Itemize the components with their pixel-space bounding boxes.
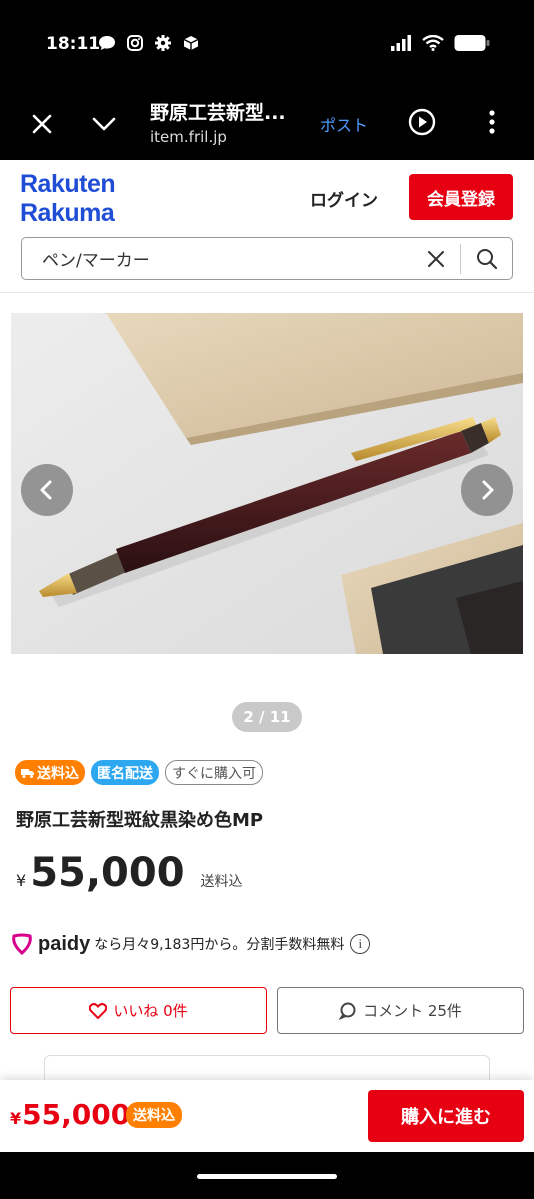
play-icon[interactable] [408, 108, 436, 136]
browser-page-title: 野原工芸新型... [150, 102, 286, 124]
buy-bar-price: ¥ 55,000 [10, 1098, 130, 1131]
buy-bar-shipping-badge: 送料込 [126, 1102, 182, 1128]
paidy-logo-icon [12, 933, 32, 956]
chevron-left-icon [40, 480, 52, 500]
buy-bar-price-value: 55,000 [22, 1098, 131, 1131]
browser-toolbar: 野原工芸新型... item.fril.jp ポスト [0, 90, 534, 160]
shipping-badge-label: 送料込 [37, 765, 79, 782]
purchase-bar: ¥ 55,000 送料込 購入に進む [0, 1080, 534, 1152]
price-shipping-note: 送料込 [200, 874, 243, 890]
instagram-icon [127, 35, 143, 51]
rakuten-rakuma-logo[interactable]: Rakuten Rakuma [20, 170, 116, 228]
info-icon[interactable]: i [350, 934, 371, 954]
clear-icon[interactable] [426, 249, 446, 269]
truck-icon [21, 768, 34, 778]
paidy-text: なら月々9,183円から。分割手数料無料 [94, 937, 345, 953]
search-icon[interactable] [475, 247, 499, 271]
signal-icon [391, 35, 411, 51]
settings-gear-icon [155, 35, 171, 51]
more-options-icon[interactable] [484, 108, 500, 136]
close-icon[interactable] [28, 110, 56, 138]
chat-bubble-icon [99, 36, 115, 50]
paidy-logo: paidy [38, 932, 91, 955]
anonymous-shipping-badge: 匿名配送 [91, 760, 159, 785]
like-button[interactable]: いいね 0件 [10, 987, 267, 1034]
chevron-right-icon [482, 480, 494, 500]
search-input[interactable] [42, 248, 402, 268]
status-notification-icons [98, 34, 200, 52]
shipping-included-badge: 送料込 [15, 760, 85, 785]
carousel-next-button[interactable] [461, 464, 513, 516]
logo-line-1: Rakuten [20, 170, 116, 198]
pen-photo [11, 313, 523, 654]
product-title: 野原工芸新型斑紋黒染め色MP [16, 810, 264, 831]
app-cube-icon [183, 36, 199, 50]
home-indicator[interactable] [197, 1174, 337, 1179]
system-nav-area [0, 1152, 534, 1199]
wifi-icon [422, 35, 444, 51]
comment-icon [339, 1002, 356, 1020]
like-label: いいね 0件 [113, 1002, 188, 1020]
login-link[interactable]: ログイン [310, 186, 378, 211]
image-page-indicator: 2 / 11 [232, 702, 302, 732]
status-system-icons [390, 34, 490, 52]
price-row: ¥ 55,000 送料込 [16, 850, 243, 896]
logo-line-2: Rakuma [20, 199, 115, 227]
browser-url: item.fril.jp [150, 128, 227, 146]
battery-icon [454, 35, 490, 51]
comment-button[interactable]: コメント 25件 [277, 987, 524, 1034]
price-value: 55,000 [30, 850, 185, 896]
paidy-installment-row: paidy なら月々9,183円から。分割手数料無料 i [10, 932, 371, 956]
product-badges: 送料込 匿名配送 すぐに購入可 [15, 760, 263, 785]
search-box [21, 237, 513, 280]
heart-icon [89, 1002, 108, 1019]
search-divider [460, 244, 461, 274]
chevron-down-icon[interactable] [90, 110, 118, 138]
proceed-to-purchase-button[interactable]: 購入に進む [368, 1090, 524, 1142]
product-image[interactable] [11, 313, 523, 654]
carousel-prev-button[interactable] [21, 464, 73, 516]
comment-label: コメント 25件 [363, 1002, 462, 1020]
buy-bar-currency: ¥ [10, 1109, 22, 1128]
signup-button[interactable]: 会員登録 [409, 174, 513, 220]
status-bar: 18:11 [0, 0, 534, 90]
price-currency: ¥ [16, 871, 27, 890]
site-header: Rakuten Rakuma ログイン 会員登録 [0, 160, 534, 293]
post-button[interactable]: ポスト [320, 112, 368, 136]
status-time: 18:11 [46, 34, 101, 54]
instant-purchase-badge: すぐに購入可 [165, 760, 263, 785]
